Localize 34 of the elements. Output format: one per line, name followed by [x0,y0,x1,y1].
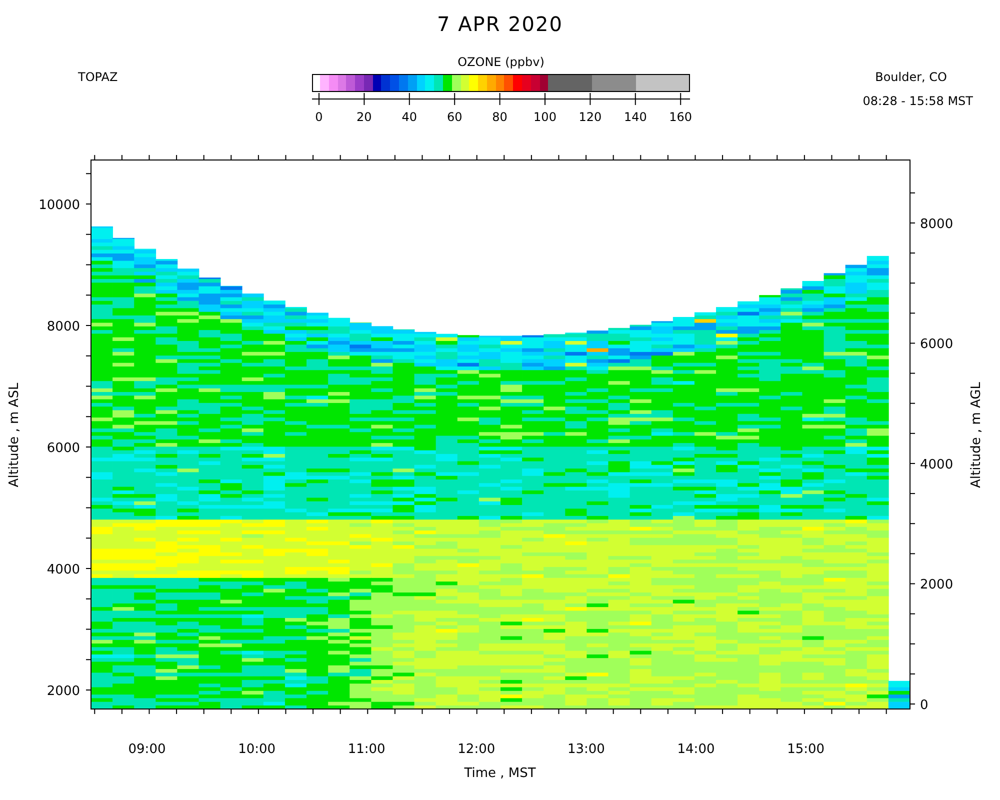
x-tick-label: 13:00 [567,742,605,757]
colorbar-tick-label: 140 [624,110,647,124]
y-axis-label: Altitude , m AGL [969,382,984,488]
y-tick-label: 2000 [46,684,80,699]
colorbar-tick-label: 120 [578,110,602,124]
y-tick-label: 6000 [920,337,954,352]
colorbar-tick-label: 40 [402,110,418,124]
x-tick-label: 11:00 [348,742,386,757]
location-label: Boulder, CO [875,70,947,84]
y-tick-label: 2000 [920,578,954,593]
colorbar-title: OZONE (ppbv) [458,55,544,69]
colorbar-tick-label: 20 [356,110,372,124]
y-tick-label: 10000 [38,198,80,213]
colorbar-tick-label: 160 [669,110,692,124]
x-tick-label: 12:00 [458,742,496,757]
colorbar-tick-label: 80 [492,110,508,124]
x-tick-label: 09:00 [128,742,166,757]
x-tick-label: 10:00 [238,742,276,757]
plot-title: 7 APR 2020 [437,12,563,38]
y-tick-label: 4000 [920,457,954,472]
x-tick-label: 15:00 [787,742,825,757]
colorbar-tick-label: 100 [534,110,556,124]
y-tick-label: 8000 [920,216,954,232]
colorbar-tick-label: 60 [446,110,462,124]
colorbar-tick-label: 0 [315,110,323,124]
instrument-label: TOPAZ [78,70,118,84]
y-tick-label: 0 [920,698,928,713]
y-axis-label: Altitude , m ASL [7,382,22,488]
x-axis-label: Time , MST [464,766,536,781]
y-tick-label: 6000 [46,441,80,456]
time-range-label: 08:28 - 15:58 MST [862,94,973,108]
x-tick-label: 14:00 [677,742,715,757]
y-tick-label: 8000 [46,320,80,334]
y-tick-label: 4000 [46,562,80,578]
